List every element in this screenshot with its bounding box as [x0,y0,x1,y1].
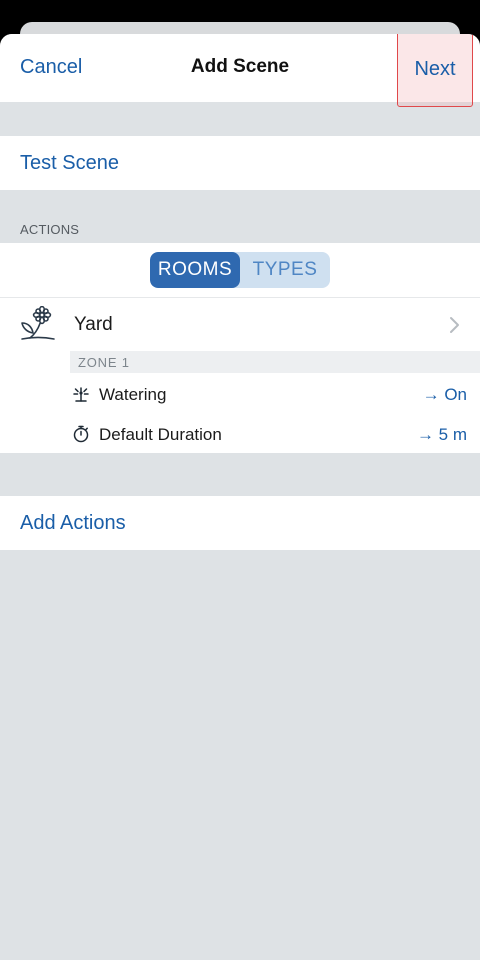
next-button-label: Next [414,57,456,80]
add-actions-label: Add Actions [20,512,126,534]
rooms-segment[interactable]: ROOMS [150,252,240,288]
action-value: → 5 m [416,425,467,444]
zone-label: ZONE 1 [78,355,130,370]
action-row-watering[interactable]: Watering → On [0,374,480,414]
sprinkler-icon [73,387,89,402]
action-row-default-duration[interactable]: Default Duration → 5 m [0,414,480,454]
scene-name-field[interactable]: Test Scene [0,136,480,190]
room-label: Yard [74,314,113,335]
zone-header: ZONE 1 [70,351,480,373]
navigation-bar: Cancel Add Scene Next [0,34,480,107]
action-label: Watering [99,385,167,404]
next-button[interactable]: Next [397,34,473,107]
flower-plant-icon [21,306,55,340]
chevron-right-icon [450,317,459,333]
rooms-types-segmented-control: ROOMS TYPES [150,252,330,288]
add-scene-sheet: Cancel Add Scene Next Test Scene ACTIONS… [0,34,480,960]
add-actions-button[interactable]: Add Actions [0,496,480,550]
scene-name-value: Test Scene [20,152,119,174]
action-label: Default Duration [99,425,222,444]
actions-section-header: ACTIONS [20,222,80,237]
types-segment[interactable]: TYPES [240,252,330,288]
action-value: → On [422,385,467,404]
stopwatch-icon [73,425,89,443]
actions-panel: ROOMS TYPES Yard ZONE 1 Watering → On De… [0,243,480,453]
room-row-yard[interactable]: Yard [0,298,480,351]
